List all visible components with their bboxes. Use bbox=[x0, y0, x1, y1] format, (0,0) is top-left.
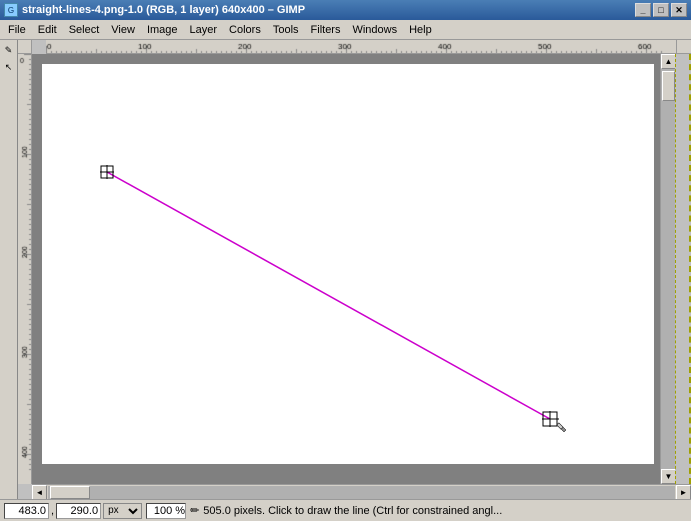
menu-image[interactable]: Image bbox=[141, 20, 184, 39]
main-area: ✎ ↖ bbox=[0, 40, 691, 499]
y-coord-input[interactable] bbox=[56, 503, 101, 519]
status-text: 505.0 pixels. Click to draw the line (Ct… bbox=[203, 505, 687, 517]
scroll-right-button[interactable]: ► bbox=[676, 485, 691, 500]
start-crosshair bbox=[100, 165, 114, 179]
coordinates: , px in mm bbox=[4, 503, 142, 519]
top-ruler-row bbox=[18, 40, 691, 54]
v-scroll-thumb[interactable] bbox=[662, 71, 675, 101]
zoom-input[interactable] bbox=[146, 503, 186, 519]
bottom-scroll-area: ◄ ► bbox=[32, 484, 691, 499]
h-scrollbar: ◄ ► bbox=[32, 484, 691, 499]
menu-windows[interactable]: Windows bbox=[346, 20, 403, 39]
end-crosshair bbox=[542, 411, 566, 432]
title-bar: G straight-lines-4.png-1.0 (RGB, 1 layer… bbox=[0, 0, 691, 20]
status-bar: , px in mm ✏ 505.0 pixels. Click to draw… bbox=[0, 499, 691, 521]
scroll-up-button[interactable]: ▲ bbox=[661, 54, 676, 69]
pencil-icon: ✏ bbox=[190, 504, 199, 517]
ruler-left bbox=[18, 54, 32, 484]
ruler-top-right bbox=[676, 40, 691, 54]
menu-colors[interactable]: Colors bbox=[223, 20, 267, 39]
ruler-left-canvas bbox=[18, 54, 32, 474]
menu-help[interactable]: Help bbox=[403, 20, 438, 39]
dashed-right-border bbox=[677, 54, 691, 484]
left-toolbar: ✎ ↖ bbox=[0, 40, 18, 499]
drawing-canvas[interactable] bbox=[42, 64, 654, 464]
menu-edit[interactable]: Edit bbox=[32, 20, 63, 39]
menu-select[interactable]: Select bbox=[63, 20, 106, 39]
comma-separator: , bbox=[51, 505, 54, 517]
canvas-row: ▲ ▼ bbox=[18, 54, 691, 484]
menu-filters[interactable]: Filters bbox=[305, 20, 347, 39]
h-scroll-track[interactable] bbox=[48, 486, 675, 499]
ruler-top bbox=[46, 40, 676, 54]
canvas-wrapper[interactable] bbox=[32, 54, 660, 484]
v-scroll-track[interactable] bbox=[661, 69, 675, 469]
title-bar-left: G straight-lines-4.png-1.0 (RGB, 1 layer… bbox=[4, 3, 305, 17]
menu-file[interactable]: File bbox=[2, 20, 32, 39]
ruler-corner bbox=[18, 40, 32, 54]
scroll-down-button[interactable]: ▼ bbox=[661, 469, 676, 484]
menu-layer[interactable]: Layer bbox=[184, 20, 224, 39]
menu-bar: File Edit Select View Image Layer Colors… bbox=[0, 20, 691, 40]
right-scrollbar: ▲ ▼ bbox=[660, 54, 675, 484]
canvas-area: ▲ ▼ ◄ ► bbox=[18, 40, 691, 499]
window-title: straight-lines-4.png-1.0 (RGB, 1 layer) … bbox=[22, 4, 305, 16]
menu-tools[interactable]: Tools bbox=[267, 20, 305, 39]
scroll-left-button[interactable]: ◄ bbox=[32, 485, 47, 500]
app-icon: G bbox=[4, 3, 18, 17]
zoom-area bbox=[146, 503, 186, 519]
line-svg bbox=[42, 64, 654, 464]
right-panel bbox=[675, 54, 691, 484]
unit-select[interactable]: px in mm bbox=[103, 503, 142, 519]
tool-arrow[interactable]: ↖ bbox=[1, 59, 17, 75]
h-scroll-thumb[interactable] bbox=[50, 486, 90, 499]
ruler-top-canvas bbox=[46, 40, 666, 54]
x-coord-input[interactable] bbox=[4, 503, 49, 519]
title-bar-buttons: _ □ ✕ bbox=[635, 3, 687, 17]
tool-pencil[interactable]: ✎ bbox=[1, 42, 17, 58]
maximize-button[interactable]: □ bbox=[653, 3, 669, 17]
minimize-button[interactable]: _ bbox=[635, 3, 651, 17]
close-button[interactable]: ✕ bbox=[671, 3, 687, 17]
menu-view[interactable]: View bbox=[105, 20, 141, 39]
